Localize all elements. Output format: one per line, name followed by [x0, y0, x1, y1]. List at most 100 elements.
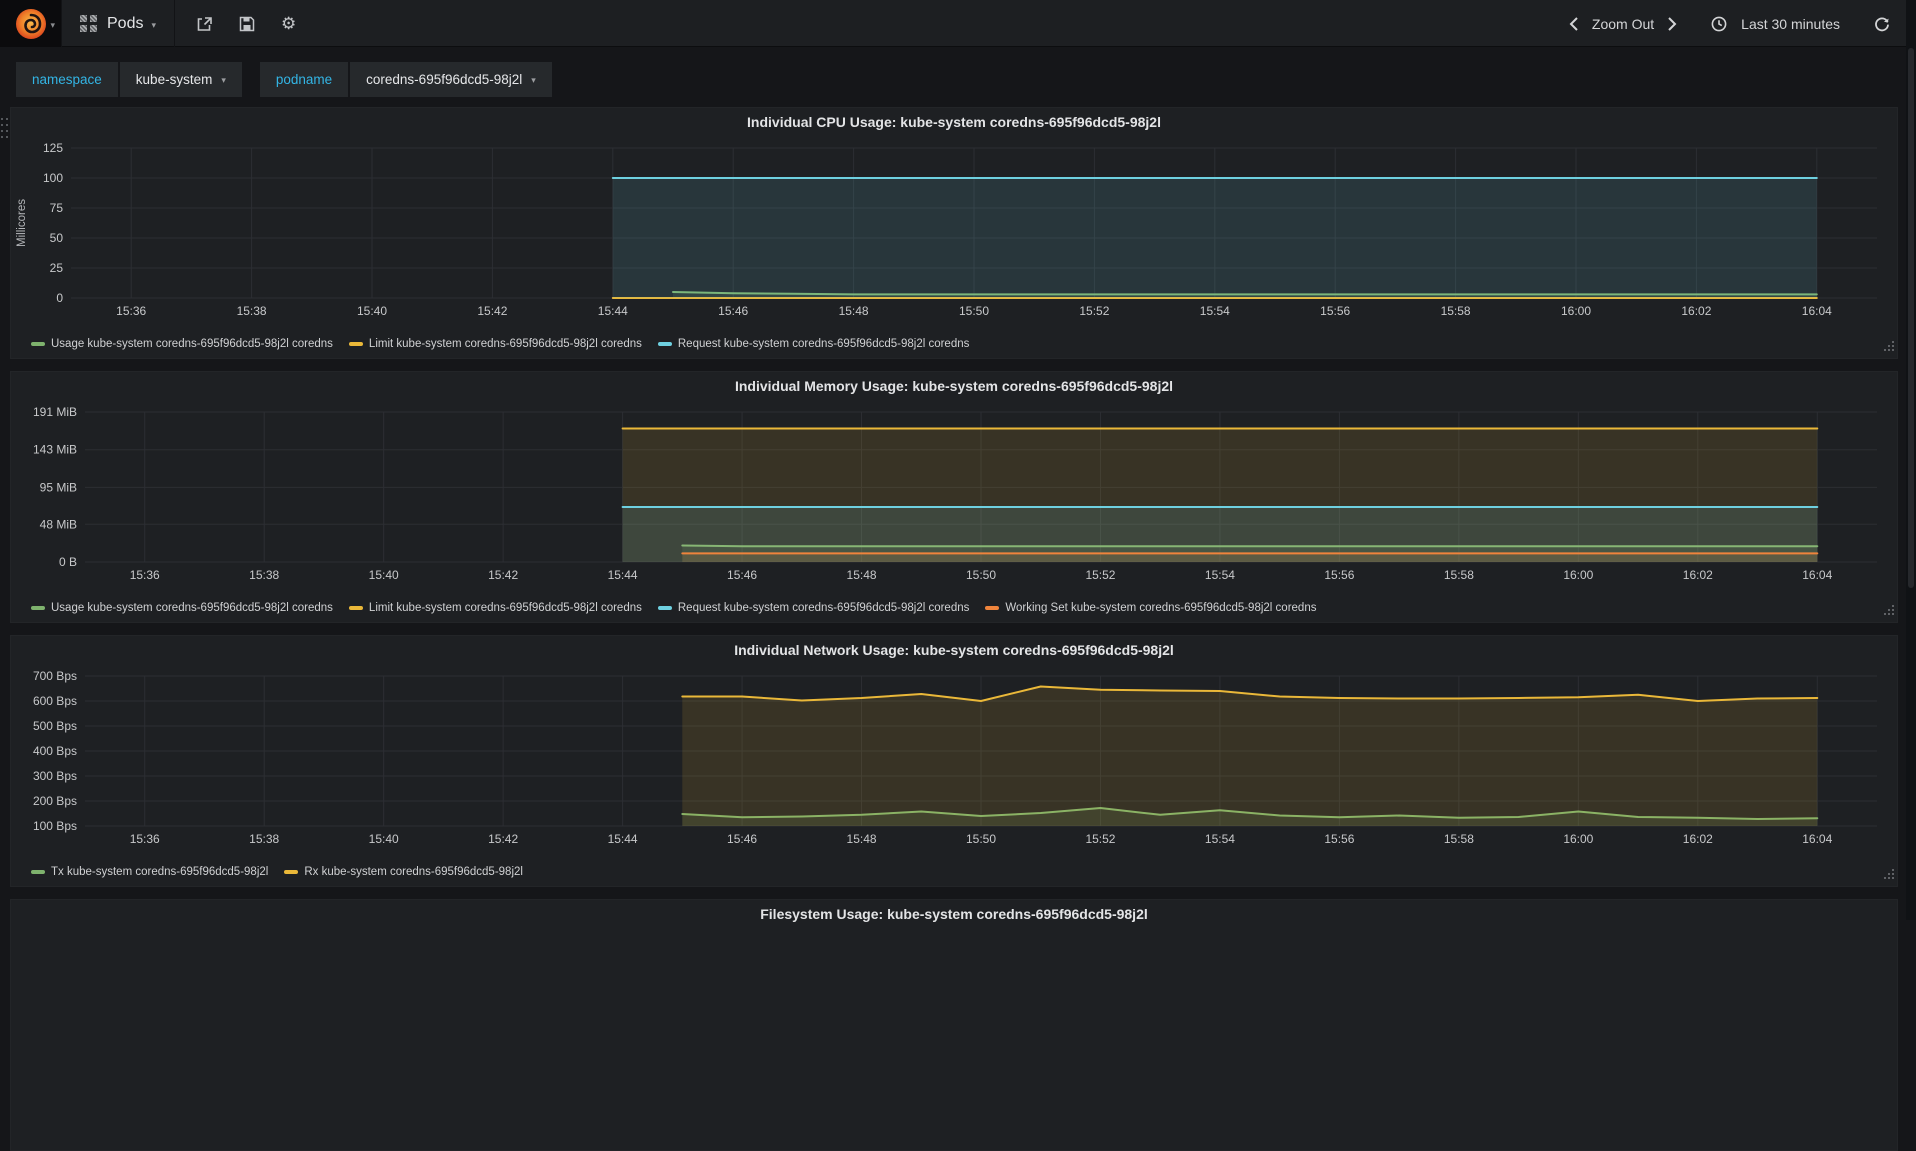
x-axis-tick-label: 15:44 — [598, 304, 628, 318]
series-area — [612, 178, 1817, 298]
panel-resize-handle[interactable] — [1880, 869, 1894, 883]
panel-title[interactable]: Individual Network Usage: kube-system co… — [11, 636, 1897, 664]
podname-select[interactable]: coredns-695f96dcd5-98j2l ▾ — [350, 62, 552, 97]
legend-item[interactable]: Request kube-system coredns-695f96dcd5-9… — [657, 338, 970, 350]
x-axis-tick-label: 15:46 — [727, 832, 757, 846]
dashboard-picker[interactable]: Pods ▾ — [62, 0, 175, 47]
x-axis-tick-label: 15:38 — [249, 568, 279, 582]
legend-series-color — [31, 342, 45, 346]
x-axis-tick-label: 15:54 — [1205, 568, 1235, 582]
dashboard-grid-icon — [80, 15, 97, 32]
x-axis-tick-label: 15:50 — [966, 568, 996, 582]
legend-series-color — [657, 342, 672, 346]
legend-series-color — [284, 870, 299, 874]
legend-item[interactable]: Limit kube-system coredns-695f96dcd5-98j… — [348, 338, 642, 350]
share-icon[interactable] — [196, 16, 213, 32]
panel-title[interactable]: Individual Memory Usage: kube-system cor… — [11, 372, 1897, 400]
legend-series-label: Rx kube-system coredns-695f96dcd5-98j2l — [304, 866, 523, 878]
panel-title[interactable]: Filesystem Usage: kube-system coredns-69… — [11, 900, 1897, 928]
scrollbar[interactable] — [1906, 0, 1916, 920]
panel-filesystem-usage: Filesystem Usage: kube-system coredns-69… — [10, 899, 1898, 1151]
x-axis-tick-label: 15:46 — [727, 568, 757, 582]
legend-series-label: Usage kube-system coredns-695f96dcd5-98j… — [51, 602, 333, 614]
legend-series-label: Working Set kube-system coredns-695f96dc… — [1005, 602, 1317, 614]
network-chart-canvas[interactable]: 100 Bps 200 Bps 300 Bps 400 Bps 500 Bps 600 B… — [11, 664, 1897, 856]
x-axis-tick-label: 15:42 — [477, 304, 507, 318]
x-axis-tick-label: 15:40 — [369, 832, 399, 846]
legend-series-label: Request kube-system coredns-695f96dcd5-9… — [677, 338, 970, 350]
time-range-picker[interactable]: Last 30 minutes — [1741, 16, 1840, 32]
x-axis-tick-label: 15:48 — [847, 568, 877, 582]
series-area — [682, 686, 1818, 826]
legend-item[interactable]: Request kube-system coredns-695f96dcd5-9… — [657, 602, 970, 614]
y-axis-tick-label: 100 — [43, 171, 63, 185]
legend-series-color — [348, 342, 363, 346]
x-axis-tick-label: 15:44 — [608, 832, 638, 846]
panel-resize-handle[interactable] — [1880, 605, 1894, 619]
x-axis-tick-label: 15:46 — [718, 304, 748, 318]
legend-series-color — [985, 606, 1000, 610]
refresh-icon[interactable] — [1874, 16, 1890, 32]
legend-item[interactable]: Working Set kube-system coredns-695f96dc… — [985, 602, 1316, 614]
x-axis-tick-label: 16:00 — [1561, 304, 1591, 318]
settings-gear-icon[interactable]: ⚙ — [281, 15, 296, 32]
row-drag-handle[interactable] — [1, 118, 9, 142]
x-axis-tick-label: 16:04 — [1802, 304, 1832, 318]
panel-title[interactable]: Individual CPU Usage: kube-system coredn… — [11, 108, 1897, 136]
x-axis-tick-label: 15:52 — [1085, 568, 1115, 582]
legend-item[interactable]: Limit kube-system coredns-695f96dcd5-98j… — [348, 602, 642, 614]
namespace-select[interactable]: kube-system ▾ — [119, 62, 242, 97]
x-axis-tick-label: 15:52 — [1079, 304, 1109, 318]
save-icon[interactable] — [239, 16, 255, 32]
clock-icon — [1711, 16, 1727, 32]
top-navbar: ▾ Pods ▾ ⚙ Zoom Out Last 30 minutes — [0, 0, 1916, 47]
x-axis-tick-label: 16:04 — [1802, 832, 1832, 846]
legend-item[interactable]: Rx kube-system coredns-695f96dcd5-98j2l — [284, 866, 523, 878]
namespace-label: namespace — [16, 62, 118, 97]
legend-series-color — [657, 606, 672, 610]
x-axis-tick-label: 15:40 — [369, 568, 399, 582]
x-axis-tick-label: 15:38 — [249, 832, 279, 846]
x-axis-tick-label: 16:02 — [1683, 832, 1713, 846]
x-axis-tick-label: 15:36 — [130, 832, 160, 846]
x-axis-tick-label: 15:36 — [116, 304, 146, 318]
navbar-actions: ⚙ — [196, 0, 296, 47]
y-axis-tick-label: 191 MiB — [33, 405, 77, 419]
memory-legend: Usage kube-system coredns-695f96dcd5-98j… — [31, 602, 1316, 614]
x-axis-tick-label: 15:42 — [488, 568, 518, 582]
variable-podname: podname coredns-695f96dcd5-98j2l ▾ — [259, 62, 552, 97]
cpu-chart-canvas[interactable]: 0 25 50 75 100 125 15:36 15:38 15:40 15:42 15:44 15… — [11, 136, 1897, 328]
y-axis-tick-label: 25 — [50, 261, 64, 275]
series-area — [682, 553, 1818, 562]
legend-item[interactable]: Tx kube-system coredns-695f96dcd5-98j2l — [31, 866, 268, 878]
x-axis-tick-label: 15:50 — [959, 304, 989, 318]
legend-series-label: Usage kube-system coredns-695f96dcd5-98j… — [51, 338, 333, 350]
y-axis-tick-label: 700 Bps — [33, 669, 77, 683]
scrollbar-thumb[interactable] — [1908, 48, 1914, 588]
zoom-out-button[interactable]: Zoom Out — [1592, 16, 1654, 32]
y-axis-tick-label: 50 — [50, 231, 64, 245]
chevron-down-icon: ▾ — [221, 75, 226, 85]
time-shift-forward-icon[interactable] — [1668, 16, 1677, 31]
y-axis-tick-label: 300 Bps — [33, 769, 77, 783]
panel-resize-handle[interactable] — [1880, 341, 1894, 355]
variable-namespace: namespace kube-system ▾ — [16, 62, 242, 97]
y-axis-tick-label: 48 MiB — [40, 517, 77, 531]
legend-series-color — [31, 870, 45, 874]
y-axis-tick-label: 100 Bps — [33, 819, 77, 833]
memory-chart-canvas[interactable]: 0 B 48 MiB 95 MiB 143 MiB 191 MiB 15:36 15:38 1… — [11, 400, 1897, 592]
time-shift-back-icon[interactable] — [1569, 16, 1578, 31]
legend-item[interactable]: Usage kube-system coredns-695f96dcd5-98j… — [31, 602, 333, 614]
x-axis-tick-label: 16:02 — [1681, 304, 1711, 318]
grafana-logo[interactable]: ▾ — [0, 0, 62, 47]
network-legend: Tx kube-system coredns-695f96dcd5-98j2l R… — [31, 866, 523, 878]
x-axis-tick-label: 15:58 — [1444, 832, 1474, 846]
y-axis-tick-label: 500 Bps — [33, 719, 77, 733]
x-axis-tick-label: 15:40 — [357, 304, 387, 318]
x-axis-tick-label: 15:52 — [1085, 832, 1115, 846]
legend-series-label: Request kube-system coredns-695f96dcd5-9… — [677, 602, 970, 614]
x-axis-tick-label: 15:48 — [847, 832, 877, 846]
x-axis-tick-label: 15:42 — [488, 832, 518, 846]
legend-item[interactable]: Usage kube-system coredns-695f96dcd5-98j… — [31, 338, 333, 350]
y-axis-tick-label: 0 B — [59, 555, 77, 569]
